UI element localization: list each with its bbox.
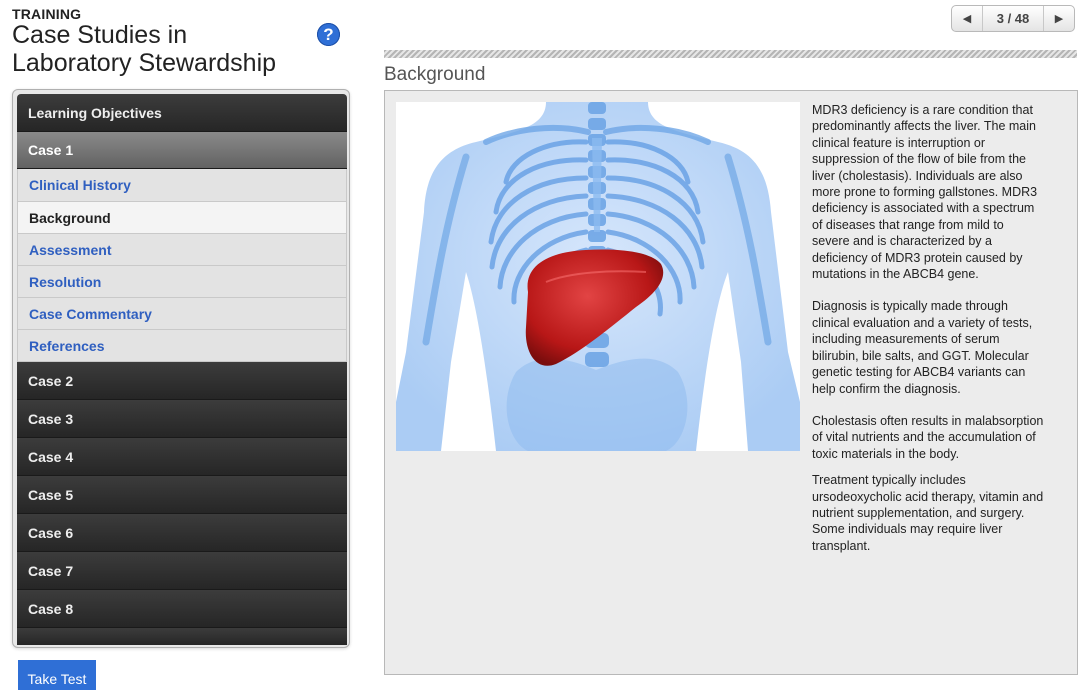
triangle-right-icon: ▶ xyxy=(1054,13,1064,25)
menu-case-2[interactable]: Case 2 xyxy=(17,362,347,400)
menu-case-1[interactable]: Case 1 xyxy=(17,132,347,169)
help-icon[interactable]: ? xyxy=(317,23,340,46)
menu-learning-objectives[interactable]: Learning Objectives xyxy=(17,94,347,132)
menu-case-5[interactable]: Case 5 xyxy=(17,476,347,514)
submenu-resolution[interactable]: Resolution xyxy=(17,266,347,298)
page-navigator: ◀ 3 / 48 ▶ xyxy=(951,5,1075,32)
content-panel: MDR3 deficiency is a rare condition that… xyxy=(384,90,1078,675)
paragraph-cholestasis: Cholestasis often results in malabsorpti… xyxy=(812,413,1044,461)
menu-case-3[interactable]: Case 3 xyxy=(17,400,347,438)
page-title: Case Studies in Laboratory Stewardship xyxy=(12,21,277,77)
submenu-clinical-history[interactable]: Clinical History xyxy=(17,169,347,202)
submenu-case-commentary[interactable]: Case Commentary xyxy=(17,298,347,330)
menu-case-6[interactable]: Case 6 xyxy=(17,514,347,552)
anatomy-svg xyxy=(396,102,800,451)
menu-case-7[interactable]: Case 7 xyxy=(17,552,347,590)
menu-case-4[interactable]: Case 4 xyxy=(17,438,347,476)
menu-overflow[interactable] xyxy=(17,628,347,645)
paragraph-diagnosis: Diagnosis is typically made through clin… xyxy=(812,299,1033,396)
paragraph-treatment: Treatment typically includes ursodeoxych… xyxy=(812,473,1044,553)
liver-anatomy-illustration xyxy=(396,102,800,451)
next-page-button[interactable]: ▶ xyxy=(1043,6,1074,31)
menu-case-8[interactable]: Case 8 xyxy=(17,590,347,628)
background-text: MDR3 deficiency is a rare condition that… xyxy=(812,102,1044,570)
submenu-background[interactable]: Background xyxy=(17,202,347,234)
section-title: Background xyxy=(384,64,486,85)
page-count: 3 / 48 xyxy=(996,11,1030,26)
triangle-left-icon: ◀ xyxy=(962,13,972,25)
take-test-button[interactable]: Take Test xyxy=(18,660,96,690)
previous-page-button[interactable]: ◀ xyxy=(952,6,983,31)
paragraph-overview: MDR3 deficiency is a rare condition that… xyxy=(812,103,1038,282)
submenu-assessment[interactable]: Assessment xyxy=(17,234,347,266)
submenu-references[interactable]: References xyxy=(17,330,347,362)
training-label: TRAINING xyxy=(12,6,82,22)
course-menu: Learning Objectives Case 1 Clinical Hist… xyxy=(12,89,350,648)
section-divider xyxy=(384,50,1077,58)
